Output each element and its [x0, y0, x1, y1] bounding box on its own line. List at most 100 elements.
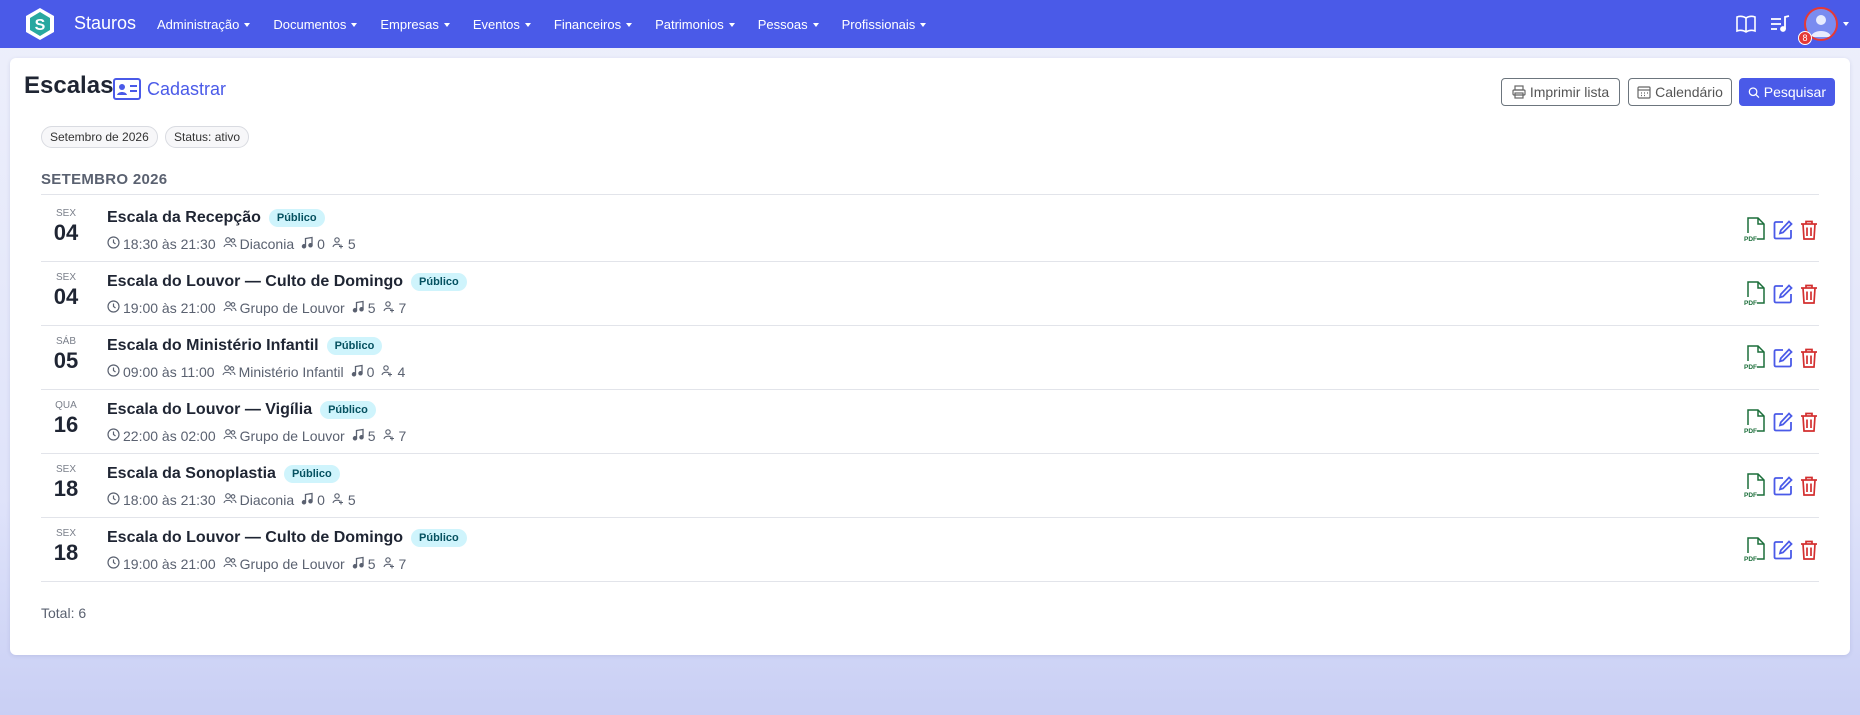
group-text: Diaconia — [239, 492, 295, 508]
clock-icon — [107, 300, 123, 316]
schedule-row[interactable]: SEX 18 Escala do Louvor — Culto de Domingo… — [41, 518, 1819, 582]
create-button[interactable]: Cadastrar — [113, 76, 226, 102]
filter-chip-month[interactable]: Setembro de 2026 — [41, 126, 158, 148]
people-count: 5 — [347, 492, 356, 508]
menu-item-patrimonios[interactable]: Patrimonios — [655, 17, 735, 32]
menu-item-label: Documentos — [273, 16, 347, 32]
divider — [41, 194, 1819, 195]
trash-icon[interactable] — [1799, 283, 1821, 309]
date-box: SÁB 05 — [41, 336, 91, 374]
music-note-icon — [301, 236, 317, 252]
schedule-row[interactable]: SEX 18 Escala da Sonoplastia Público 18:00 à… — [41, 454, 1819, 518]
schedule-row[interactable]: SÁB 05 Escala do Ministério Infantil Públic… — [41, 326, 1819, 390]
time-text: 19:00 às 21:00 — [123, 556, 216, 572]
caret-down-icon — [351, 23, 358, 28]
schedule-title[interactable]: Escala do Louvor — Vigília Público — [107, 401, 376, 419]
search-button[interactable]: Pesquisar — [1739, 78, 1835, 106]
day-number: 18 — [53, 540, 79, 565]
people-count: 5 — [347, 236, 356, 252]
group-icon — [223, 236, 240, 252]
time-text: 09:00 às 11:00 — [123, 364, 215, 380]
visibility-badge: Público — [268, 209, 325, 227]
person-add-icon — [382, 300, 399, 316]
pdf-file-icon[interactable]: PDF — [1744, 473, 1766, 499]
edit-icon[interactable] — [1772, 539, 1794, 565]
menu-item-administracao[interactable]: Administração — [157, 17, 251, 32]
edit-icon[interactable] — [1772, 411, 1794, 437]
edit-icon[interactable] — [1772, 283, 1794, 309]
schedule-title-text: Escala do Louvor — Culto de Domingo — [107, 529, 404, 546]
person-add-icon — [382, 428, 399, 444]
caret-down-icon — [812, 23, 819, 28]
schedule-title[interactable]: Escala da Recepção Público — [107, 209, 325, 227]
trash-icon[interactable] — [1799, 475, 1821, 501]
caret-down-icon — [244, 23, 251, 28]
pdf-file-icon[interactable]: PDF — [1744, 217, 1766, 243]
brand-name[interactable]: Stauros — [74, 13, 136, 34]
trash-icon[interactable] — [1799, 411, 1821, 437]
pdf-file-icon[interactable]: PDF — [1744, 281, 1766, 307]
caret-down-icon — [443, 23, 450, 28]
pdf-file-icon[interactable]: PDF — [1744, 345, 1766, 371]
print-list-button[interactable]: Imprimir lista — [1501, 78, 1620, 106]
calendar-button[interactable]: Calendário — [1628, 78, 1732, 106]
menu-item-profissionais[interactable]: Profissionais — [842, 17, 927, 32]
schedule-meta: 18:00 às 21:30 Diaconia 0 5 — [107, 492, 363, 508]
weekday-label: SÁB — [55, 336, 76, 347]
pdf-file-icon[interactable]: PDF — [1744, 409, 1766, 435]
id-card-icon — [113, 78, 141, 100]
people-info: 5 — [332, 236, 356, 252]
person-add-icon — [332, 236, 348, 252]
menu-item-eventos[interactable]: Eventos — [473, 17, 531, 32]
edit-icon[interactable] — [1772, 347, 1794, 373]
menu-item-financeiros[interactable]: Financeiros — [554, 17, 633, 32]
schedule-row[interactable]: QUA 16 Escala do Louvor — Vigília Público 22… — [41, 390, 1819, 454]
visibility-badge: Público — [320, 401, 376, 419]
day-number: 04 — [53, 220, 79, 245]
people-count: 7 — [398, 300, 407, 316]
clock-icon — [107, 556, 123, 572]
pdf-file-icon[interactable]: PDF — [1744, 537, 1766, 563]
trash-icon[interactable] — [1799, 219, 1821, 245]
row-actions: PDF — [1739, 345, 1819, 371]
people-info: 7 — [382, 556, 407, 572]
songs-count: 0 — [317, 236, 325, 252]
month-header: SETEMBRO 2026 — [41, 171, 168, 188]
caret-down-icon — [524, 23, 531, 28]
group-icon — [223, 428, 240, 444]
person-add-icon — [332, 492, 348, 508]
stauros-logo[interactable]: S — [22, 6, 58, 42]
caret-down-icon — [728, 23, 735, 28]
edit-icon[interactable] — [1772, 219, 1794, 245]
playlist-music-icon[interactable] — [1768, 12, 1792, 36]
menu-item-empresas[interactable]: Empresas — [380, 17, 450, 32]
caret-down-icon[interactable] — [1843, 22, 1849, 26]
trash-icon[interactable] — [1799, 539, 1821, 565]
schedule-title[interactable]: Escala da Sonoplastia Público — [107, 465, 340, 483]
schedule-title[interactable]: Escala do Louvor — Culto de Domingo Públi… — [107, 529, 467, 547]
schedule-row[interactable]: SEX 04 Escala do Louvor — Culto de Domingo… — [41, 262, 1819, 326]
weekday-label: SEX — [55, 272, 76, 283]
group-text: Grupo de Louvor — [239, 556, 345, 572]
row-actions: PDF — [1739, 409, 1819, 435]
print-list-label: Imprimir lista — [1529, 84, 1610, 100]
schedule-row[interactable]: SEX 04 Escala da Recepção Público 18:30 às 2… — [41, 198, 1819, 262]
schedule-title[interactable]: Escala do Louvor — Culto de Domingo Públi… — [107, 273, 467, 291]
visibility-badge: Público — [411, 529, 467, 547]
time-info: 18:30 às 21:30 — [107, 236, 216, 252]
menu-item-pessoas[interactable]: Pessoas — [758, 17, 819, 32]
edit-icon[interactable] — [1772, 475, 1794, 501]
group-info: Diaconia — [223, 236, 294, 252]
music-note-icon — [351, 364, 367, 380]
pdf-label: PDF — [1744, 492, 1757, 499]
people-count: 7 — [398, 556, 407, 572]
book-icon[interactable] — [1734, 12, 1758, 36]
trash-icon[interactable] — [1799, 347, 1821, 373]
filter-chip-status[interactable]: Status: ativo — [165, 126, 250, 148]
time-text: 22:00 às 02:00 — [123, 428, 216, 444]
calendar-icon — [1637, 86, 1651, 99]
songs-info: 5 — [352, 428, 376, 444]
menu-item-documentos[interactable]: Documentos — [273, 16, 358, 32]
notification-badge: 8 — [1798, 31, 1812, 45]
schedule-title[interactable]: Escala do Ministério Infantil Público — [107, 337, 383, 355]
